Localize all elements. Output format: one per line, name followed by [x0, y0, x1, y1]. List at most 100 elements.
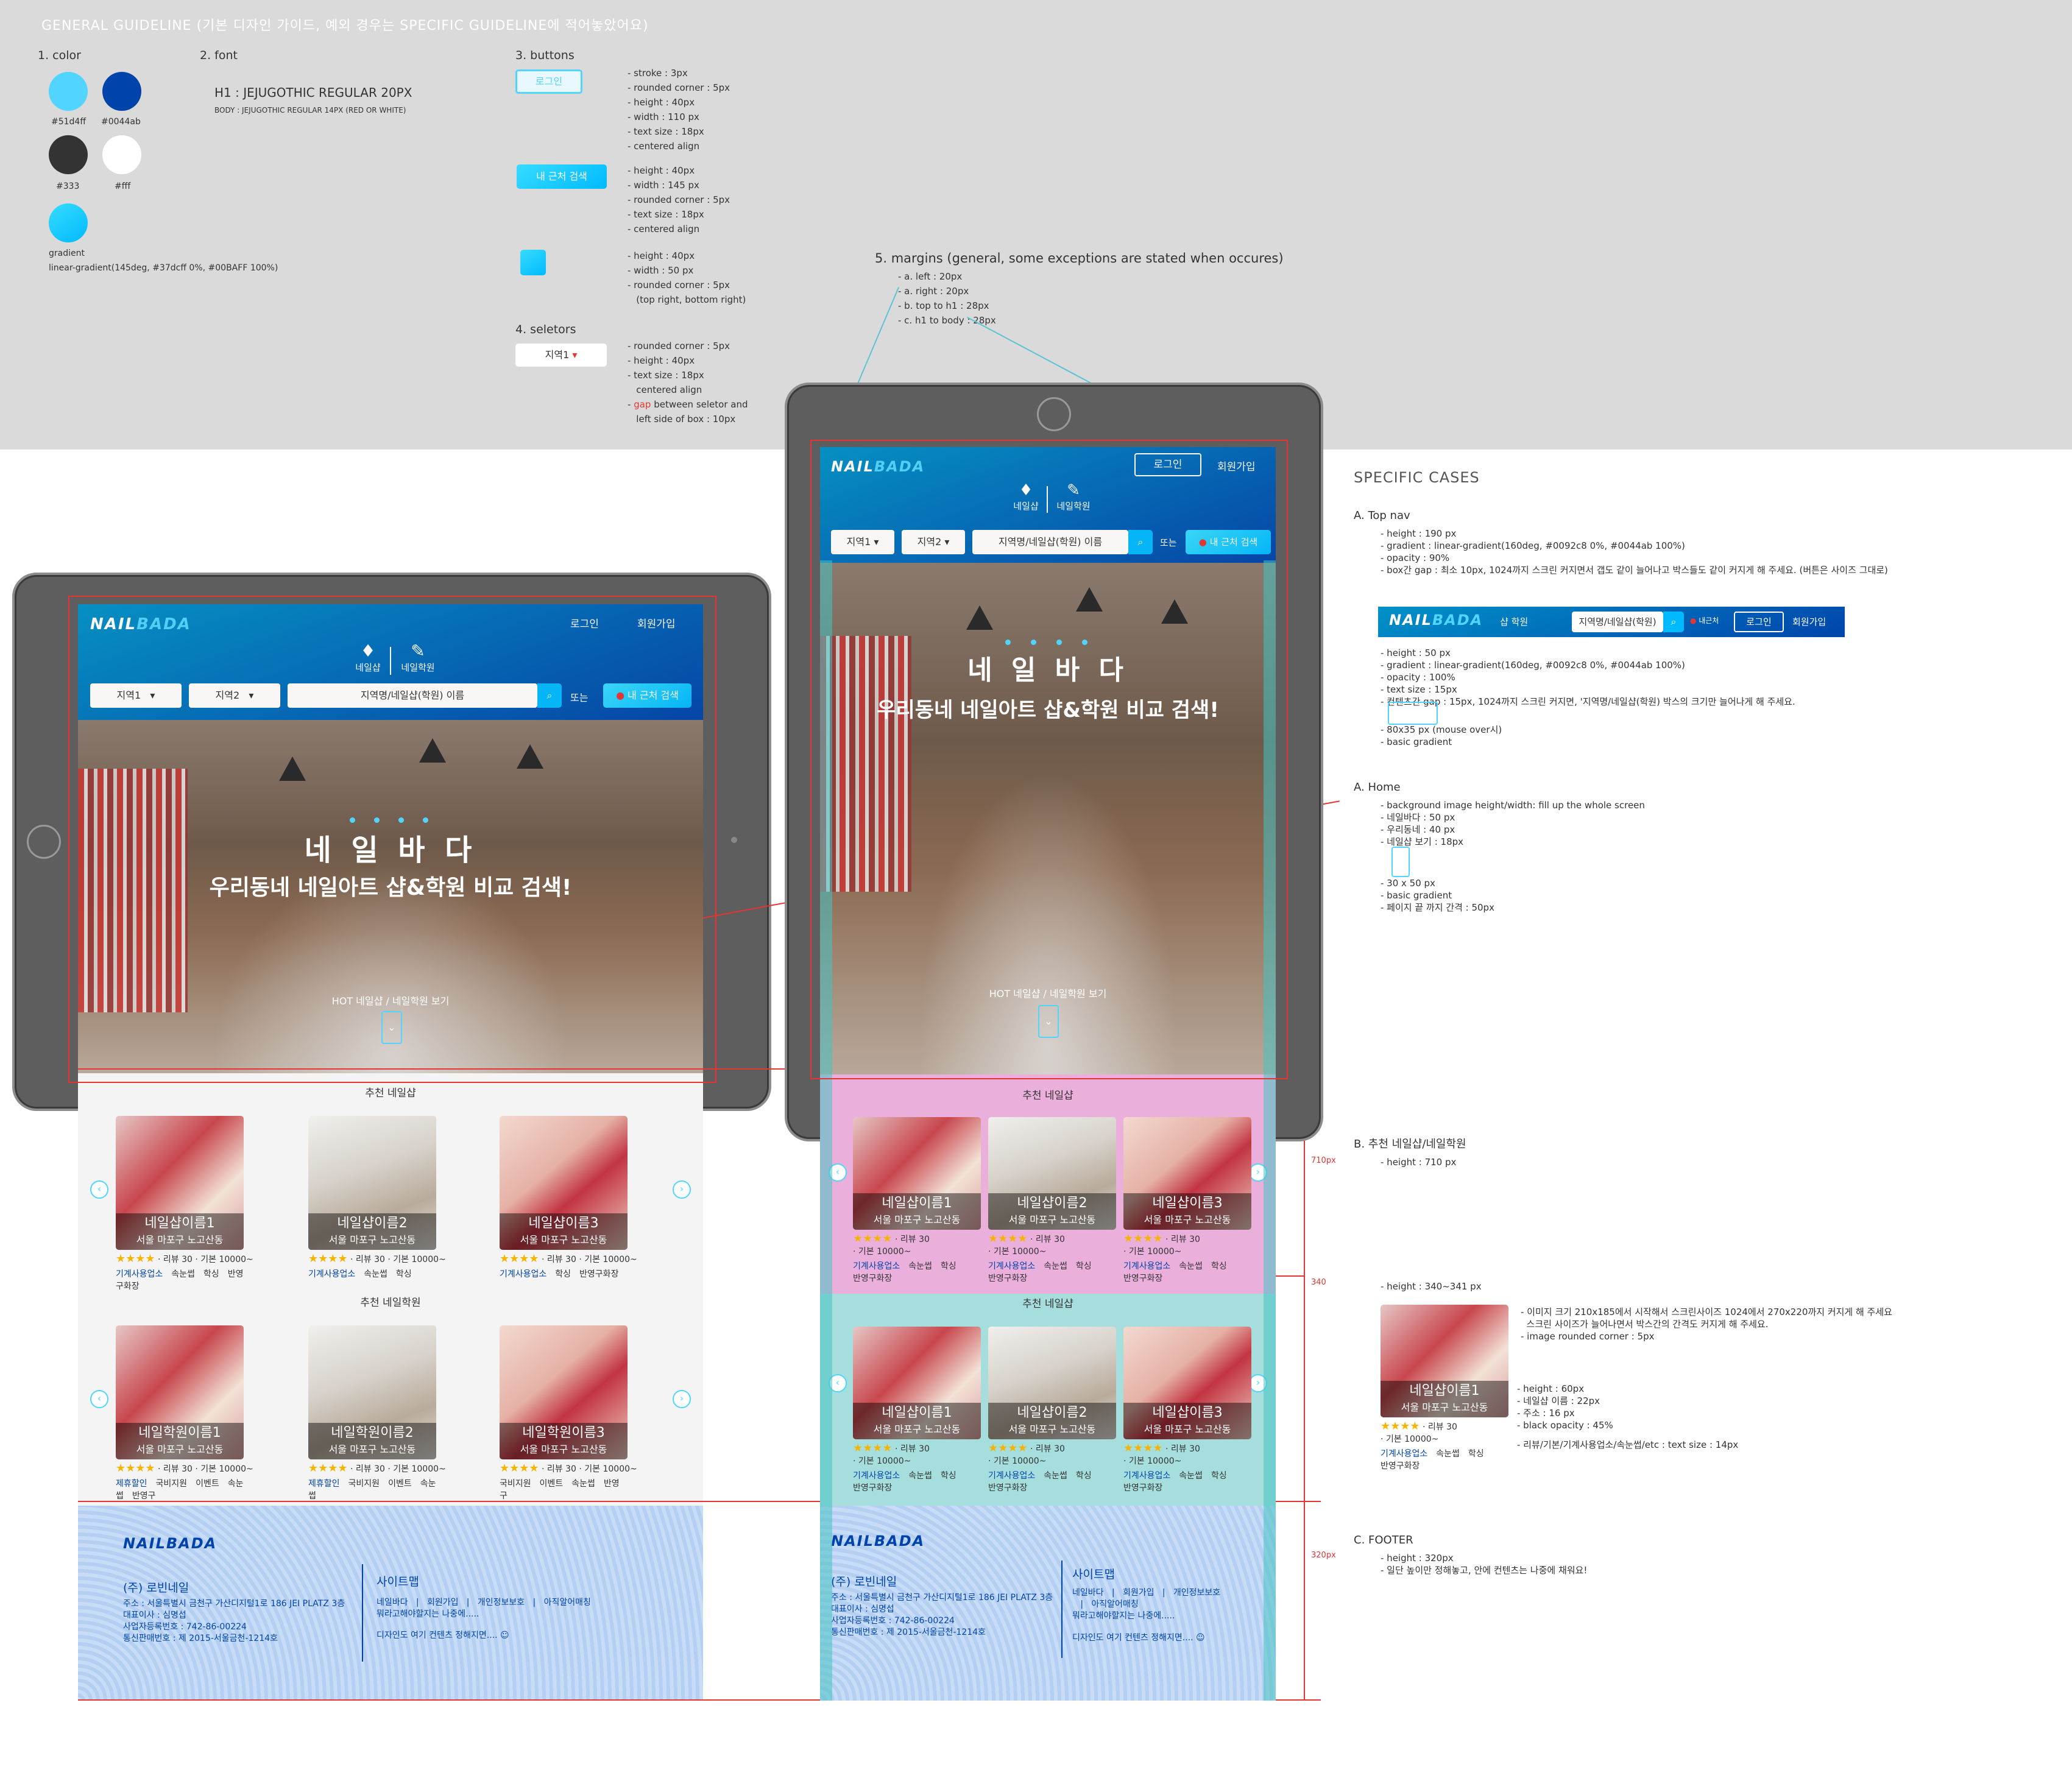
tag: 반영구화장 — [1123, 1483, 1163, 1493]
card-tags: 제휴할인 국비지원 이벤트 속눈썹 반영구 — [116, 1477, 244, 1501]
shop-card[interactable]: 네일샵이름3 서울 마포구 노고산동 ★★★★ · 리뷰 30 · 기본 1000… — [1123, 1117, 1251, 1284]
login-button[interactable]: 로그인 — [1734, 612, 1784, 632]
next-arrow-icon[interactable]: › — [673, 1180, 691, 1199]
card-tags: 제휴할인 국비지원 이벤트 속눈썹 — [308, 1477, 436, 1501]
card-caption: 네일샵이름2 서울 마포구 노고산동 — [988, 1193, 1116, 1230]
tag: 학싱 — [940, 1471, 956, 1481]
shop-card[interactable]: 네일샵이름1 서울 마포구 노고산동 ★★★★ · 리뷰 30 · 기본 1000… — [116, 1116, 253, 1292]
shop-image: 네일샵이름3 서울 마포구 노고산동 — [1123, 1327, 1251, 1439]
home-heading: A. Home — [1354, 781, 1401, 794]
region-selector-sample[interactable]: 지역1 ▾ — [515, 344, 607, 367]
location-pin-icon: ● — [1690, 616, 1697, 625]
tag: 속눈썹 — [171, 1269, 195, 1279]
recommend-heading: B. 추천 네일샵/네일학원 — [1354, 1138, 1466, 1151]
login-button-sample[interactable]: 로그인 — [515, 69, 582, 94]
tag: 제휴할인 — [116, 1479, 147, 1489]
footer-links[interactable]: 네일바다 | 회원가입 | 개인정보보호 | 아직알어매칭 뭐라고해야할지는 나… — [377, 1597, 591, 1620]
tag: 속눈썹 — [908, 1471, 932, 1481]
prev-arrow-icon[interactable]: ‹ — [90, 1390, 108, 1408]
square-button-sample[interactable] — [520, 250, 546, 275]
card-name: 네일샵이름1 — [1409, 1383, 1480, 1398]
tag: 속눈썹 — [1179, 1261, 1203, 1271]
card-caption: 네일샵이름1 서울 마포구 노고산동 — [853, 1193, 981, 1230]
guideline-title-bold: GENERAL GUIDELINE — [41, 18, 192, 34]
tag: 속눈썹 — [1044, 1261, 1067, 1271]
shop-image: 네일샵이름2 서울 마포구 노고산동 — [988, 1117, 1116, 1230]
swatch-accent-label: #51d4ff — [51, 117, 86, 127]
tag: 학싱 — [1075, 1471, 1092, 1481]
home-button-icon[interactable] — [27, 825, 61, 859]
card-address: 서울 마포구 노고산동 — [1401, 1402, 1488, 1413]
star-rating-icon: ★★★★ — [1381, 1420, 1420, 1433]
home-spec-2: - 30 x 50 px - basic gradient - 페이지 끝 까지… — [1381, 878, 1494, 913]
compact-nav-spec: - height : 50 px - gradient : linear-gra… — [1381, 647, 1795, 707]
selector-label: 지역1 — [545, 349, 570, 361]
swatch-brand — [102, 72, 141, 111]
card-spec-2: - height : 60px - 네일샵 이름 : 22px - 주소 : 1… — [1517, 1383, 1613, 1431]
footer-info: 주소 : 서울특별시 금천구 가산디지털1로 186 JEI PLATZ 3층 … — [123, 1599, 345, 1643]
card-address: 서울 마포구 노고산동 — [520, 1234, 607, 1246]
home-button-icon[interactable] — [1037, 397, 1071, 431]
card-caption: 네일학원이름1 서울 마포구 노고산동 — [116, 1423, 244, 1459]
card-spec-3: - 리뷰/기본/기계사용업소/속눈썹/etc : text size : 14p… — [1517, 1439, 1739, 1450]
shop-card[interactable]: 네일샵이름3 서울 마포구 노고산동 ★★★★ · 리뷰 30 · 기본 1000… — [1123, 1327, 1251, 1494]
shop-card[interactable]: 네일샵이름1 서울 마포구 노고산동 ★★★★ · 리뷰 30 · 기본 1000… — [853, 1117, 981, 1284]
card-name: 네일샵이름3 — [1152, 1196, 1223, 1211]
academy-card[interactable]: 네일학원이름2 서울 마포구 노고산동 ★★★★ · 리뷰 30 · 기본 100… — [308, 1325, 446, 1501]
tag: 학싱 — [1468, 1449, 1484, 1459]
card-meta: ★★★★ · 리뷰 30 · 기본 10000~ — [116, 1462, 253, 1475]
footer-divider — [362, 1564, 363, 1662]
spec-card-sample: 네일샵이름1 서울 마포구 노고산동 ★★★★ · 리뷰 30 · 기본 1000… — [1381, 1305, 1508, 1472]
card-meta: ★★★★ · 리뷰 30 · 기본 10000~ — [308, 1462, 446, 1475]
compact-tabs[interactable]: 샵 학원 — [1500, 615, 1528, 628]
next-arrow-icon[interactable]: › — [673, 1390, 691, 1408]
academy-card[interactable]: 네일학원이름3 서울 마포구 노고산동 ★★★★ · 리뷰 30 · 기본 100… — [500, 1325, 637, 1501]
academy-card[interactable]: 네일학원이름1 서울 마포구 노고산동 ★★★★ · 리뷰 30 · 기본 100… — [116, 1325, 253, 1501]
near-search-button-sample[interactable]: 내 근처 검색 — [517, 164, 607, 189]
shop-card[interactable]: 네일샵이름2 서울 마포구 노고산동 ★★★★ · 리뷰 30 · 기본 1000… — [308, 1116, 446, 1280]
academy-image: 네일학원이름3 서울 마포구 노고산동 — [500, 1325, 628, 1459]
rec-height-spec-2: - height : 340~341 px — [1381, 1281, 1482, 1292]
card-tags: 기계사용업소 속눈썹 학싱 반영구화장 — [1123, 1260, 1251, 1284]
card-tags: 기계사용업소 속눈썹 학싱 반영구화장 — [853, 1260, 981, 1284]
tag: 학싱 — [203, 1269, 219, 1279]
shop-card[interactable]: 네일샵이름2 서울 마포구 노고산동 ★★★★ · 리뷰 30 · 기본 1000… — [988, 1117, 1116, 1284]
card-tags: 기계사용업소 속눈썹 학싱 반영구화장 — [1123, 1469, 1251, 1494]
tag: 속눈썹 — [1179, 1471, 1203, 1481]
footer-divider — [1061, 1561, 1063, 1658]
margins-items: - a. left : 20px - a. right : 20px - b. … — [898, 271, 996, 326]
footer-links[interactable]: 네일바다 | 회원가입 | 개인정보보호 | 아직알어매칭 뭐라고해야할지는 나… — [1072, 1587, 1220, 1622]
footer-company: (주) 로빈네일 — [831, 1575, 897, 1589]
card-caption: 네일샵이름1 서울 마포구 노고산동 — [853, 1403, 981, 1439]
card-caption: 네일학원이름3 서울 마포구 노고산동 — [500, 1423, 628, 1459]
prev-arrow-icon[interactable]: ‹ — [90, 1180, 108, 1199]
site-logo[interactable]: NAILBADA — [1389, 612, 1483, 629]
shop-card[interactable]: 네일샵이름1 서울 마포구 노고산동 ★★★★ · 리뷰 30 · 기본 1000… — [853, 1327, 981, 1494]
card-caption: 네일샵이름2 서울 마포구 노고산동 — [988, 1403, 1116, 1439]
buttons-heading: 3. buttons — [515, 49, 575, 62]
shop-card[interactable]: 네일샵이름3 서울 마포구 노고산동 ★★★★ · 리뷰 30 · 기본 1000… — [500, 1116, 637, 1280]
tag: 기계사용업소 — [308, 1269, 356, 1279]
color-heading: 1. color — [38, 49, 81, 62]
search-button[interactable]: ⌕ — [1663, 612, 1684, 632]
compact-near[interactable]: ● 내근처 — [1690, 615, 1719, 626]
card-address: 서울 마포구 노고산동 — [1008, 1214, 1096, 1226]
rec-shop-title: 추천 네일샵 — [1022, 1090, 1073, 1102]
portrait-recommend-section: 추천 네일샵 ‹ › 네일샵이름1 서울 마포구 노고산동 ★★★★ · 리뷰 3… — [820, 1074, 1276, 1506]
login-button-spec: - stroke : 3px - rounded corner : 5px - … — [628, 68, 730, 152]
card-name: 네일샵이름3 — [1152, 1405, 1223, 1420]
star-rating-icon: ★★★★ — [853, 1442, 893, 1455]
card-name: 네일학원이름2 — [331, 1425, 414, 1441]
tag: 기계사용업소 — [1381, 1449, 1428, 1459]
guideline-title-rest: (기본 디자인 가이드, 예외 경우는 SPECIFIC GUIDELINE에 … — [191, 18, 649, 34]
selectors-heading: 4. seletors — [515, 323, 576, 336]
general-guideline-title: GENERAL GUIDELINE (기본 디자인 가이드, 예외 경우는 SP… — [41, 15, 649, 34]
card-review-price: · 리뷰 30 · 기본 10000~ — [350, 1464, 446, 1474]
topnav-spec: - height : 190 px - gradient : linear-gr… — [1381, 528, 1888, 576]
shop-card[interactable]: 네일샵이름2 서울 마포구 노고산동 ★★★★ · 리뷰 30 · 기본 1000… — [988, 1327, 1116, 1494]
compact-search-input[interactable]: 지역명/네일샵(학원) — [1572, 612, 1663, 632]
footer-logo[interactable]: NAILBADA — [123, 1535, 217, 1552]
tag: 국비지원 — [155, 1479, 188, 1489]
footer-logo[interactable]: NAILBADA — [831, 1532, 925, 1550]
signup-link[interactable]: 회원가입 — [1792, 615, 1826, 628]
